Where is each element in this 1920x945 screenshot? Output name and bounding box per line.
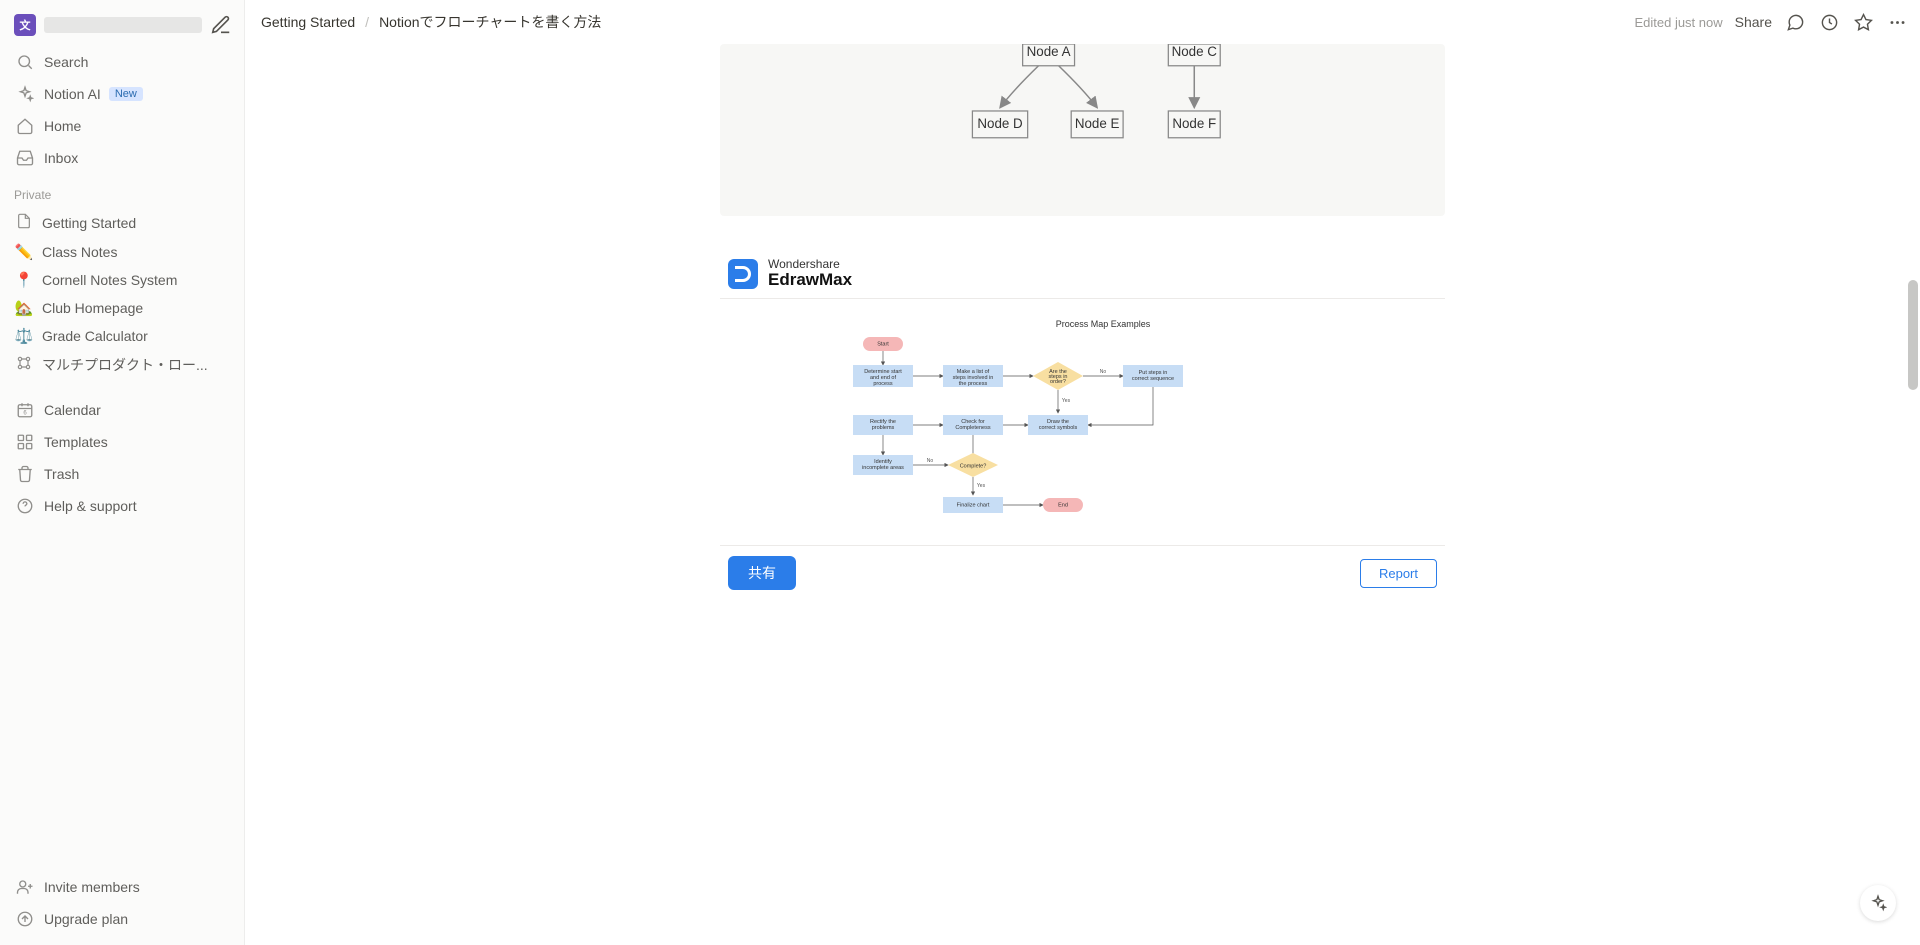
edraw-report-button[interactable]: Report — [1360, 559, 1437, 588]
help-icon — [14, 495, 36, 517]
sidebar-inbox[interactable]: Inbox — [0, 142, 244, 174]
edraw-share-button[interactable]: 共有 — [728, 556, 796, 590]
inbox-icon — [14, 147, 36, 169]
workspace-name-redacted — [44, 17, 202, 33]
page-icon — [14, 213, 34, 233]
star-icon[interactable] — [1852, 11, 1874, 33]
node-a-text: Node A — [1027, 44, 1071, 59]
sidebar-templates[interactable]: Templates — [0, 426, 244, 458]
edited-timestamp: Edited just now — [1634, 15, 1722, 30]
pm-no2: No — [926, 458, 933, 464]
ai-fab-button[interactable] — [1860, 885, 1896, 921]
sidebar-section-private[interactable]: Private — [0, 174, 244, 208]
pm-yes2: Yes — [976, 483, 985, 489]
breadcrumb-current[interactable]: Notionでフローチャートを書く方法 — [375, 10, 605, 34]
sidebar-upgrade[interactable]: Upgrade plan — [0, 903, 244, 935]
invite-icon — [14, 876, 36, 898]
pm-no1: No — [1099, 369, 1106, 375]
node-c-text: Node C — [1172, 44, 1218, 59]
svg-text:6: 6 — [23, 411, 27, 417]
process-map-canvas[interactable]: Process Map Examples Start Determine sta… — [720, 299, 1445, 545]
home-icon — [14, 115, 36, 137]
sidebar-page-getting-started[interactable]: Getting Started — [0, 208, 244, 238]
sidebar-page-label: Getting Started — [42, 215, 136, 231]
mermaid-diagram-block[interactable]: Node A Node C Node D Node E Node F — [720, 44, 1445, 216]
pm-order: Are thesteps inorder? — [1048, 370, 1067, 386]
pm-finalize: Finalize chart — [956, 503, 989, 509]
sidebar-invite[interactable]: Invite members — [0, 871, 244, 903]
sidebar-search-label: Search — [44, 54, 88, 70]
trash-icon — [14, 463, 36, 485]
sidebar-page-label: Club Homepage — [42, 300, 143, 316]
sidebar-invite-label: Invite members — [44, 879, 140, 895]
scrollbar-thumb[interactable] — [1908, 280, 1918, 390]
sidebar-templates-label: Templates — [44, 434, 108, 450]
sidebar-page-club[interactable]: 🏡 Club Homepage — [0, 294, 244, 322]
sidebar-calendar-label: Calendar — [44, 402, 101, 418]
sidebar-page-grade[interactable]: ⚖️ Grade Calculator — [0, 322, 244, 350]
comments-icon[interactable] — [1784, 11, 1806, 33]
history-icon[interactable] — [1818, 11, 1840, 33]
sidebar-calendar[interactable]: 6 Calendar — [0, 394, 244, 426]
sidebar-page-label: マルチプロダクト・ロー... — [42, 355, 208, 375]
share-button[interactable]: Share — [1735, 14, 1772, 30]
process-map-title: Process Map Examples — [1055, 319, 1150, 329]
emoji-icon: 📍 — [14, 271, 34, 289]
node-d-text: Node D — [977, 116, 1023, 131]
workspace-switcher[interactable]: 文 — [0, 8, 244, 46]
pm-yes1: Yes — [1061, 398, 1070, 404]
sidebar-upgrade-label: Upgrade plan — [44, 911, 128, 927]
workspace-icon: 文 — [14, 14, 36, 36]
new-badge: New — [109, 87, 143, 101]
pm-start: Start — [877, 342, 889, 348]
more-icon[interactable] — [1886, 11, 1908, 33]
breadcrumb: Getting Started / Notionでフローチャートを書く方法 — [257, 10, 605, 34]
sidebar-notion-ai[interactable]: Notion AI New — [0, 78, 244, 110]
edrawmax-embed: Wondershare EdrawMax Process Map Example… — [720, 258, 1445, 546]
pm-complete: Complete? — [959, 464, 986, 470]
sidebar-page-class-notes[interactable]: ✏️ Class Notes — [0, 238, 244, 266]
edraw-brand-name1: Wondershare — [768, 258, 852, 270]
templates-icon — [14, 431, 36, 453]
edraw-logo-icon — [728, 259, 758, 289]
edraw-brand-name2: EdrawMax — [768, 270, 852, 290]
sidebar-page-label: Grade Calculator — [42, 328, 148, 344]
node-f-text: Node F — [1172, 116, 1216, 131]
sidebar-page-label: Cornell Notes System — [42, 272, 177, 288]
edraw-header: Wondershare EdrawMax — [720, 258, 1445, 299]
sidebar-page-cornell[interactable]: 📍 Cornell Notes System — [0, 266, 244, 294]
emoji-icon: 🏡 — [14, 299, 34, 317]
sidebar-page-multi[interactable]: マルチプロダクト・ロー... — [0, 350, 244, 380]
pm-end: End — [1058, 503, 1068, 509]
main-content: Getting Started / Notionでフローチャートを書く方法 Ed… — [245, 0, 1920, 945]
sidebar-help[interactable]: Help & support — [0, 490, 244, 522]
sidebar-page-label: Class Notes — [42, 244, 117, 260]
calendar-icon: 6 — [14, 399, 36, 421]
pm-rectify: Rectify theproblems — [870, 420, 896, 432]
topbar: Getting Started / Notionでフローチャートを書く方法 Ed… — [245, 0, 1920, 44]
search-icon — [14, 51, 36, 73]
sidebar-trash-label: Trash — [44, 466, 79, 482]
edraw-footer: 共有 Report — [720, 546, 1445, 606]
emoji-icon — [14, 355, 34, 375]
upgrade-icon — [14, 908, 36, 930]
emoji-icon: ✏️ — [14, 243, 34, 261]
sidebar-inbox-label: Inbox — [44, 150, 78, 166]
breadcrumb-parent[interactable]: Getting Started — [257, 12, 359, 32]
sidebar-home-label: Home — [44, 118, 81, 134]
emoji-icon: ⚖️ — [14, 327, 34, 345]
breadcrumb-separator: / — [365, 14, 369, 30]
sparkle-icon — [14, 83, 36, 105]
sidebar-trash[interactable]: Trash — [0, 458, 244, 490]
compose-icon[interactable] — [210, 14, 232, 36]
node-e-text: Node E — [1075, 116, 1120, 131]
sidebar-search[interactable]: Search — [0, 46, 244, 78]
sidebar-notion-ai-label: Notion AI — [44, 86, 101, 102]
sidebar: 文 Search Notion AI New Home Inbox Privat… — [0, 0, 245, 945]
sidebar-help-label: Help & support — [44, 498, 137, 514]
sidebar-home[interactable]: Home — [0, 110, 244, 142]
